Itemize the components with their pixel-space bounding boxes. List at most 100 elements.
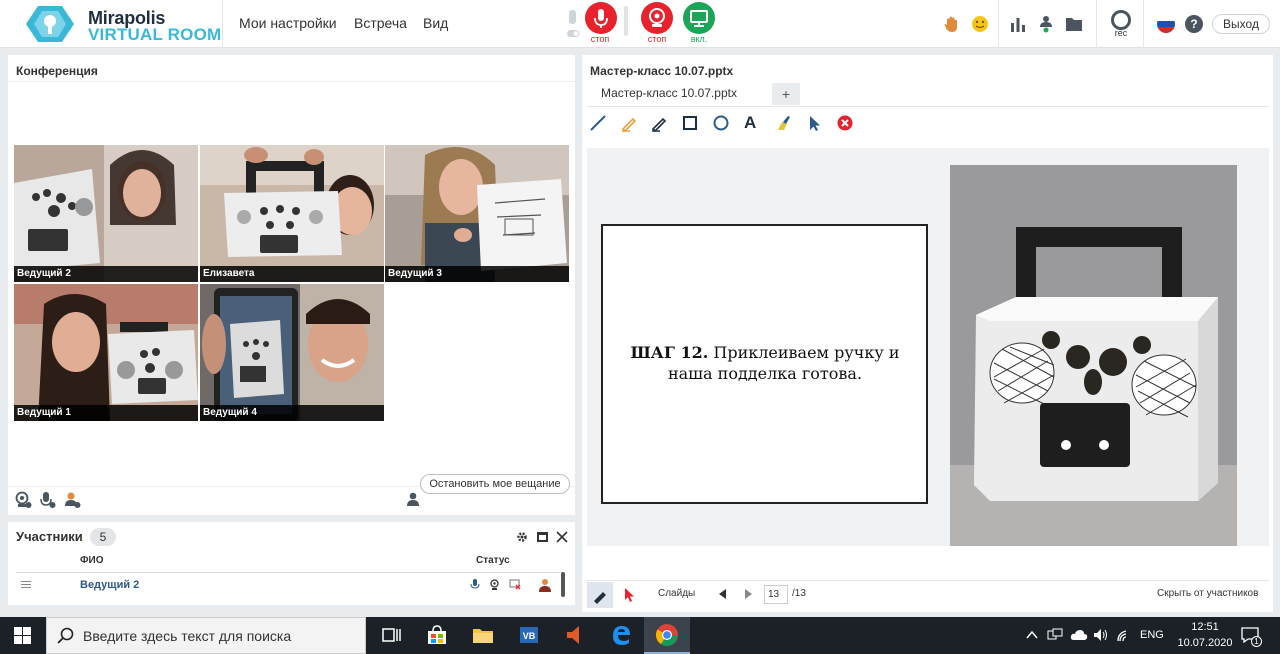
slide-text: ШАГ 12. Приклеиваем ручку и наша подделка… <box>613 342 917 384</box>
screen-share-button[interactable] <box>683 2 715 34</box>
rectangle-tool-icon[interactable] <box>681 114 699 132</box>
volume-slider[interactable] <box>624 6 628 36</box>
pointer-tool-icon[interactable] <box>805 114 823 132</box>
audio-app-icon[interactable] <box>563 623 587 647</box>
svg-text:VB: VB <box>523 631 536 641</box>
camera-button[interactable] <box>641 2 673 34</box>
menu-my-settings[interactable]: Мои настройки <box>239 15 337 31</box>
virtualbox-icon[interactable]: VB <box>517 623 541 647</box>
camera-label: стоп <box>647 34 667 44</box>
webcam-icon <box>649 8 665 27</box>
tab-presentation[interactable]: Мастер-класс 10.07.pptx <box>587 80 765 106</box>
notification-count-badge: 1 <box>1251 636 1262 647</box>
russian-flag-icon[interactable] <box>1157 15 1175 33</box>
line-tool-icon[interactable] <box>589 114 607 132</box>
menu-meeting[interactable]: Встреча <box>354 15 407 31</box>
participants-panel: Участники 5 ФИО Статус Ведущий 2 <box>8 522 575 605</box>
chrome-taskbar-button[interactable] <box>644 617 690 654</box>
taskbar-search-box[interactable]: Введите здесь текст для поиска <box>46 617 366 654</box>
monitor-icon <box>690 10 708 27</box>
column-header-name[interactable]: ФИО <box>80 555 104 566</box>
cloud-icon[interactable] <box>1070 628 1088 642</box>
stop-broadcast-button[interactable]: Остановить мое вещание <box>420 474 570 494</box>
microphone-icon <box>594 9 608 28</box>
user-role-icon <box>539 579 551 592</box>
task-view-icon[interactable] <box>379 623 403 647</box>
participant-video <box>200 145 384 282</box>
tile-label: Елизавета <box>200 266 384 282</box>
windows-start-icon[interactable] <box>14 627 31 644</box>
participant-video <box>200 284 384 421</box>
app-window: Mirapolis VIRTUAL ROOM Мои настройки Вст… <box>0 0 1280 654</box>
video-tile[interactable]: Ведущий 4 <box>200 284 384 421</box>
eraser-tool-icon[interactable] <box>774 114 792 132</box>
person-icon <box>407 492 419 506</box>
mic-label: стоп <box>590 34 610 44</box>
video-tile[interactable]: Елизавета <box>200 145 384 282</box>
tile-label: Ведущий 2 <box>14 266 198 282</box>
marker-tool-icon[interactable] <box>620 114 638 132</box>
pencil-tool-icon[interactable] <box>650 114 668 132</box>
clock-date[interactable]: 10.07.2020 <box>1175 637 1235 649</box>
exit-button[interactable]: Выход <box>1212 14 1270 34</box>
file-explorer-icon[interactable] <box>471 623 495 647</box>
chrome-icon <box>655 624 678 646</box>
slide-step: ШАГ 12. <box>630 343 709 362</box>
video-tile[interactable]: Ведущий 1 <box>14 284 198 421</box>
slide-text-line1: Приклеиваем ручку и <box>713 343 900 362</box>
prev-slide-icon[interactable] <box>718 589 728 599</box>
wifi-icon[interactable] <box>1116 627 1132 643</box>
edge-browser-icon[interactable] <box>609 623 633 647</box>
network-users-icon[interactable] <box>1036 14 1056 34</box>
microsoft-store-icon[interactable] <box>425 623 449 647</box>
microphone-settings-icon[interactable] <box>38 491 56 509</box>
radio-craft-image <box>950 165 1237 546</box>
column-header-status[interactable]: Статус <box>476 555 510 566</box>
search-placeholder: Введите здесь текст для поиска <box>83 628 292 644</box>
header-divider <box>222 0 223 48</box>
laser-pointer-icon[interactable] <box>622 587 636 603</box>
maximize-icon[interactable] <box>537 532 548 542</box>
page-number-input[interactable]: 13 <box>764 585 788 604</box>
table-row[interactable]: Ведущий 2 <box>8 574 560 596</box>
video-tile[interactable]: Ведущий 3 <box>385 145 569 282</box>
clock-time[interactable]: 12:51 <box>1187 621 1223 633</box>
next-slide-icon[interactable] <box>743 589 753 599</box>
drag-handle-icon[interactable] <box>21 581 31 582</box>
text-tool-icon[interactable]: A <box>744 114 762 132</box>
gear-icon[interactable] <box>516 531 528 543</box>
logo-icon <box>26 6 74 42</box>
screen-share-label: вкл. <box>690 34 708 44</box>
chevron-up-icon[interactable] <box>1026 629 1038 641</box>
logo: Mirapolis VIRTUAL ROOM <box>24 4 224 44</box>
participants-title: Участники <box>16 529 83 544</box>
language-indicator[interactable]: ENG <box>1140 629 1164 641</box>
close-icon[interactable] <box>556 531 568 543</box>
menu-view[interactable]: Вид <box>423 15 448 31</box>
help-icon[interactable]: ? <box>1185 15 1203 33</box>
folder-icon[interactable] <box>1064 14 1084 34</box>
camera-status-icon <box>490 579 499 590</box>
slide-text-frame: ШАГ 12. Приклеиваем ручку и наша подделка… <box>601 224 928 504</box>
statistics-icon[interactable] <box>1008 14 1028 34</box>
record-icon[interactable] <box>1111 10 1131 30</box>
draw-mode-button[interactable] <box>587 582 613 608</box>
clear-icon[interactable] <box>836 114 854 132</box>
hide-from-participants-link[interactable]: Скрыть от участников <box>1157 588 1258 599</box>
slides-label[interactable]: Слайды <box>658 588 695 599</box>
add-tab-button[interactable]: + <box>772 83 800 105</box>
emotion-icon[interactable] <box>970 14 990 34</box>
circle-tool-icon[interactable] <box>712 114 730 132</box>
participant-video <box>14 284 198 421</box>
raise-hand-icon[interactable] <box>942 14 962 34</box>
scrollbar[interactable] <box>561 572 565 597</box>
webcam-settings-icon[interactable] <box>14 491 32 509</box>
pen-icon <box>593 592 606 604</box>
video-tile[interactable]: Ведущий 2 <box>14 145 198 282</box>
search-icon <box>57 627 74 644</box>
user-settings-icon[interactable] <box>63 491 81 509</box>
mic-button[interactable] <box>585 2 617 34</box>
network-devices-icon[interactable] <box>1047 628 1063 642</box>
slide-photo <box>950 165 1237 546</box>
volume-icon[interactable] <box>1093 627 1109 643</box>
